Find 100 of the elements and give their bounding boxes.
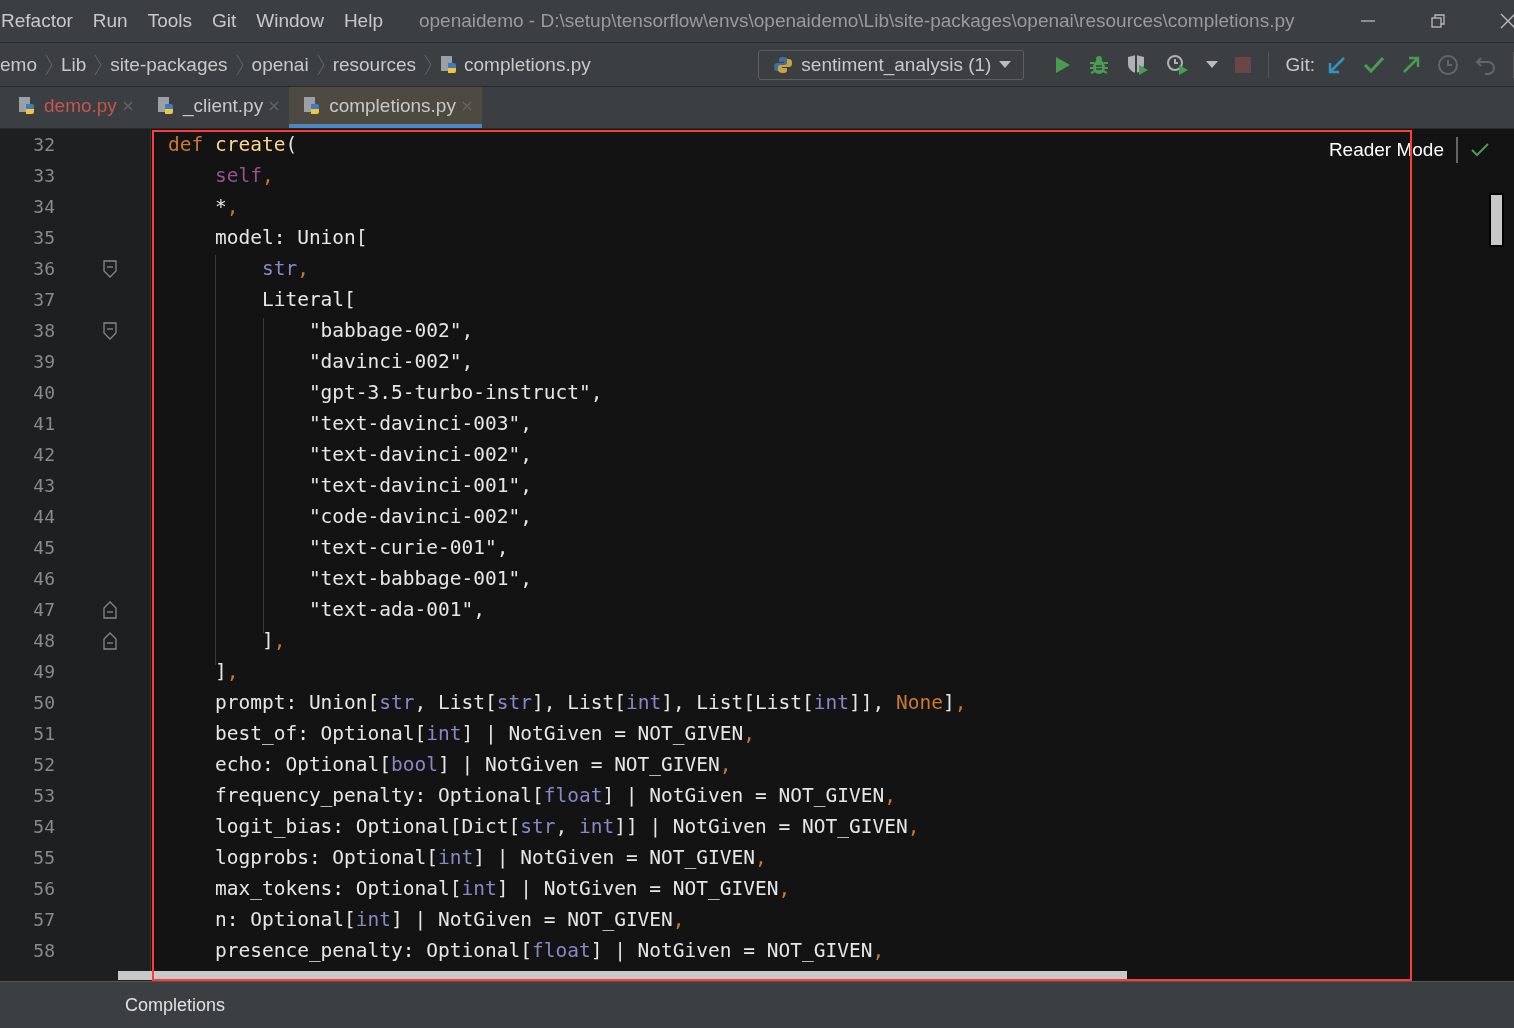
bug-icon[interactable] — [1088, 53, 1111, 76]
builtin-type: int — [355, 908, 392, 931]
arrow-down-left-icon[interactable] — [1327, 54, 1347, 75]
code-text: ] | NotGiven = NOT_GIVEN — [496, 877, 779, 900]
fold-icon[interactable] — [103, 600, 117, 619]
function-name: create — [213, 133, 286, 156]
code-text: logprobs: Optional[ — [213, 846, 439, 869]
breadcrumb-item[interactable]: Completions — [125, 994, 226, 1016]
code-text: presence_penalty: Optional[ — [213, 939, 532, 962]
code-text: ] | NotGiven = NOT_GIVEN — [391, 908, 673, 931]
code-text: "text-davinci-002", — [307, 443, 532, 466]
line-number: 35 — [32, 227, 55, 248]
menu-item[interactable]: Window — [256, 10, 324, 32]
code-text: "text-babbage-001", — [307, 567, 532, 590]
chevron-icon — [235, 53, 244, 76]
arrow-up-right-icon[interactable] — [1401, 54, 1421, 75]
code-text: ] | NotGiven = NOT_GIVEN — [473, 846, 756, 869]
code-text: "text-curie-001", — [307, 536, 509, 559]
code-text: "gpt-3.5-turbo-instruct", — [307, 381, 603, 404]
check-icon[interactable] — [1363, 54, 1385, 75]
code-text: "text-davinci-003", — [307, 412, 532, 435]
menu-item[interactable]: Git — [212, 10, 237, 32]
code-text: , List[ — [414, 691, 497, 714]
builtin-type: int — [426, 722, 462, 745]
keyword-token: , — [755, 846, 767, 869]
code-text: * — [213, 195, 227, 218]
line-number: 34 — [32, 196, 55, 217]
git-label: Git: — [1285, 53, 1315, 76]
menu-item[interactable]: Run — [92, 10, 128, 32]
builtin-type: str — [260, 257, 298, 280]
caret-icon[interactable] — [1206, 60, 1219, 69]
editor-tab[interactable]: completions.py — [289, 87, 482, 128]
run-config-dropdown[interactable]: sentiment_analysis (1) — [758, 49, 1025, 80]
fold-icon[interactable] — [103, 321, 117, 340]
editor-tab[interactable]: _client.py — [142, 87, 290, 128]
code-text: ( — [285, 133, 298, 156]
code-text: model: Union[ — [213, 226, 368, 249]
builtin-type: str — [496, 691, 532, 714]
line-number: 49 — [32, 661, 55, 682]
scrollbar-thumb[interactable] — [118, 971, 1127, 980]
builtin-type: int — [461, 877, 497, 900]
chevron-icon — [424, 53, 433, 76]
code-text: "davinci-002", — [307, 350, 474, 373]
fold-icon[interactable] — [103, 631, 117, 650]
line-number: 41 — [32, 413, 55, 434]
line-number: 58 — [32, 940, 55, 961]
builtin-type: int — [578, 815, 615, 838]
code-text: ] — [260, 629, 274, 652]
line-number: 33 — [32, 165, 55, 186]
code-text: ] | NotGiven = NOT_GIVEN — [602, 784, 885, 807]
chevron-icon — [44, 53, 53, 76]
line-number: 39 — [32, 351, 55, 372]
builtin-type: float — [543, 784, 603, 807]
fold-icon[interactable] — [103, 259, 117, 278]
breadcrumb-item[interactable]: completions.py — [464, 53, 591, 76]
keyword-token: , — [273, 629, 286, 652]
builtin-type: int — [438, 846, 474, 869]
line-number: 51 — [32, 723, 55, 744]
python-logo-icon — [773, 54, 794, 75]
keyword-token: , — [954, 691, 967, 714]
breadcrumb-item[interactable]: emo — [0, 53, 37, 76]
breadcrumb-item[interactable]: openai — [251, 53, 309, 76]
window-title: openaidemo - D:\setup\tensorflow\envs\openaidemo\Lib\site-packages\openai\resources\completions.py — [418, 10, 1296, 32]
line-number: 42 — [32, 444, 55, 465]
breadcrumb-item[interactable]: resources — [332, 53, 417, 76]
keyword-token: , — [226, 195, 239, 218]
restore-icon[interactable] — [1430, 13, 1446, 29]
keyword-token: , — [884, 784, 896, 807]
code-text: ] | NotGiven = NOT_GIVEN — [461, 722, 744, 745]
code-text: logit_bias: Optional[Dict[ — [213, 815, 521, 838]
code-text: "text-davinci-001", — [307, 474, 532, 497]
scrollbar-thumb[interactable] — [1489, 193, 1504, 247]
menu-item[interactable]: Refactor — [1, 10, 73, 32]
builtin-type: int — [625, 691, 662, 714]
caret-icon — [999, 60, 1012, 69]
close-icon[interactable] — [1500, 13, 1514, 29]
line-number: 55 — [32, 847, 55, 868]
menu-item[interactable]: Tools — [147, 10, 193, 32]
code-text: best_of: Optional[ — [213, 722, 427, 745]
keyword-token: , — [907, 815, 920, 838]
code-text: ] — [213, 660, 227, 683]
keyword-token: , — [778, 877, 791, 900]
line-number: 56 — [32, 878, 55, 899]
line-number: 40 — [32, 382, 55, 403]
code-text: ] — [942, 691, 955, 714]
line-number: 54 — [32, 816, 55, 837]
breadcrumb-item[interactable]: site-packages — [110, 53, 228, 76]
breadcrumb-item[interactable]: Lib — [60, 53, 87, 76]
line-number: 48 — [32, 630, 55, 651]
line-number: 46 — [32, 568, 55, 589]
builtin-type: bool — [391, 753, 439, 776]
builtin-type: float — [531, 939, 591, 962]
line-number: 57 — [32, 909, 55, 930]
chevron-icon — [316, 53, 325, 76]
line-number: 32 — [32, 134, 55, 155]
code-text: "code-davinci-002", — [307, 505, 532, 528]
menu-item[interactable]: Help — [343, 10, 383, 32]
self-token: self — [213, 164, 262, 187]
line-number: 37 — [32, 289, 55, 310]
code-text: "text-ada-001", — [307, 598, 485, 621]
